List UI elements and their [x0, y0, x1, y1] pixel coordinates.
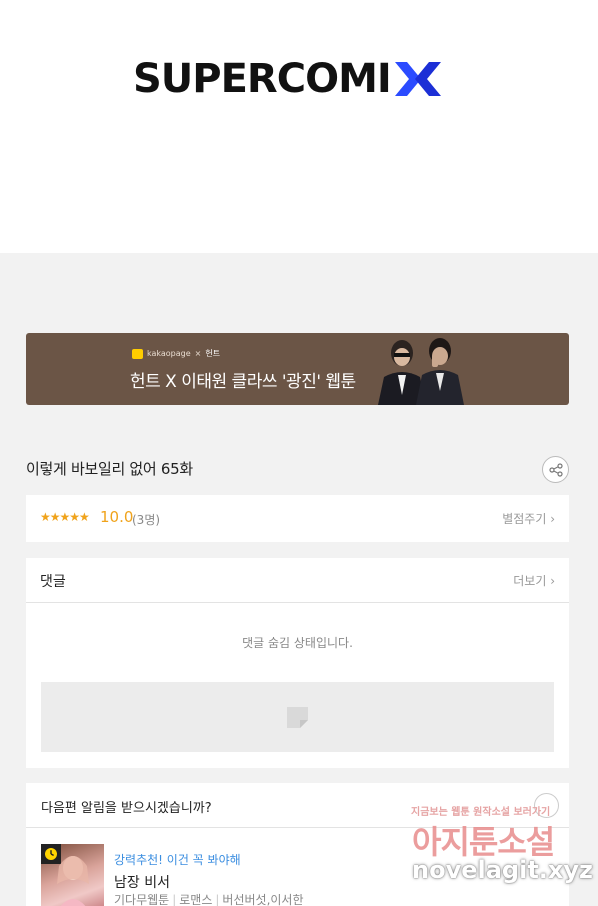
notify-toggle-icon[interactable] [534, 793, 559, 818]
logo-x-icon [394, 62, 441, 96]
comments-card: 댓글 더보기 › 댓글 숨김 상태입니다. [26, 558, 569, 768]
rating-value: 10.0 [100, 508, 134, 526]
rating-stars: ★★★★★ [40, 510, 90, 524]
recommend-meta-type: 기다무웹툰 [114, 893, 170, 906]
comments-header: 댓글 더보기 › [26, 558, 569, 603]
banner-characters-image [378, 338, 464, 405]
rate-button[interactable]: 별점주기 › [502, 510, 555, 527]
rating-card: ★★★★★ 10.0 (3명) 별점주기 › [26, 495, 569, 542]
share-icon [548, 462, 563, 477]
notify-header: 다음편 알림을 받으시겠습니까? [26, 783, 569, 828]
recommend-meta: 기다무웹툰 | 로맨스 | 버선버섯,이서한 [114, 893, 304, 906]
recommend-meta-genre: 로맨스 [179, 893, 213, 906]
logo-header: SUPERCOMI [0, 0, 598, 253]
recommend-tag[interactable]: 강력추천! 이건 꼭 봐야해 [114, 851, 241, 868]
image-placeholder-icon [287, 707, 308, 728]
banner-brand-x: × [194, 349, 202, 358]
recommend-cover-art [57, 856, 89, 906]
ad-placeholder[interactable] [41, 682, 554, 752]
banner-brand-left: kakaopage [147, 349, 191, 358]
banner-brand-right: 헌트 [205, 349, 221, 358]
kakaopage-logo-icon [132, 348, 143, 359]
notify-question: 다음편 알림을 받으시겠습니까? [41, 801, 212, 816]
comments-more-button[interactable]: 더보기 › [513, 572, 555, 589]
banner-brand: kakaopage × 헌트 [132, 348, 220, 359]
recommend-meta-authors: 버선버섯,이서한 [222, 893, 304, 906]
recommend-thumbnail[interactable] [41, 844, 104, 906]
episode-title: 이렇게 바보일리 없어 65화 [26, 460, 193, 478]
recommend-title[interactable]: 남장 비서 [114, 872, 170, 892]
rating-count: (3명) [132, 513, 161, 527]
promo-banner[interactable]: kakaopage × 헌트 헌트 X 이태원 클라쓰 '광진' 웹툰 [26, 333, 569, 405]
comments-title: 댓글 [40, 574, 66, 590]
notify-card: 다음편 알림을 받으시겠습니까? 강력추천! 이건 꼭 봐야해 남장 비서 기다… [26, 783, 569, 906]
logo-text: SUPERCOMI [133, 56, 392, 102]
comments-hidden-notice: 댓글 숨김 상태입니다. [242, 636, 353, 650]
share-button[interactable] [542, 456, 569, 483]
supercomix-logo[interactable]: SUPERCOMI [133, 56, 443, 102]
banner-text: 헌트 X 이태원 클라쓰 '광진' 웹툰 [130, 372, 356, 392]
